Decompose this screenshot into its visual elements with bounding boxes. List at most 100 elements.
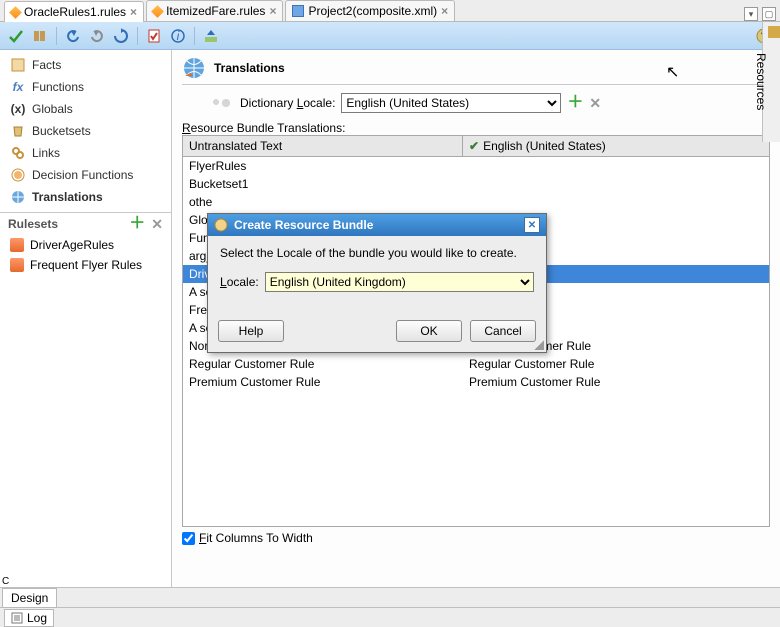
check-rules-button[interactable]: [144, 26, 164, 46]
cell-untranslated: FlyerRules: [183, 157, 463, 175]
tab-label: OracleRules1.rules: [24, 5, 126, 19]
editor-tab-oraclerules[interactable]: OracleRules1.rules ×: [4, 1, 144, 22]
dictionary-locale-label: Dictionary Locale:: [240, 96, 335, 110]
design-strip: Design: [0, 587, 780, 607]
section-title: Translations: [182, 56, 770, 80]
column-header-untranslated[interactable]: Untranslated Text: [183, 136, 463, 156]
close-icon[interactable]: ×: [130, 5, 137, 19]
column-header-locale[interactable]: ✔English (United States): [463, 136, 769, 156]
resource-bundle-label: Resource Bundle Translations:: [182, 121, 770, 135]
table-row[interactable]: FlyerRules: [183, 157, 769, 175]
editor-tab-itemizedfare[interactable]: ItemizedFare.rules ×: [146, 0, 283, 21]
refresh-button[interactable]: [111, 26, 131, 46]
nav-label: Functions: [32, 80, 84, 94]
globe-icon: [182, 56, 206, 80]
info-button[interactable]: i: [168, 26, 188, 46]
nav-facts[interactable]: Facts: [0, 54, 171, 76]
close-icon[interactable]: ×: [441, 4, 448, 18]
cell-translation: [463, 157, 769, 175]
ruleset-icon: [10, 238, 24, 252]
nav-bucketsets[interactable]: Bucketsets: [0, 120, 171, 142]
resources-handle[interactable]: Resources: [762, 22, 780, 142]
maximize-pane-button[interactable]: ▢: [762, 7, 776, 21]
ruleset-label: DriverAgeRules: [30, 238, 114, 252]
cell-translation: [463, 193, 769, 211]
cell-untranslated: Premium Customer Rule: [183, 373, 463, 391]
cell-translation: Premium Customer Rule: [463, 373, 769, 391]
create-resource-bundle-dialog: Create Resource Bundle ✕ Select the Loca…: [207, 213, 547, 353]
functions-icon: fx: [10, 79, 26, 95]
dictionary-button[interactable]: [30, 26, 50, 46]
rules-file-icon: [9, 6, 22, 19]
links-icon: [10, 145, 26, 161]
bucketsets-icon: [10, 123, 26, 139]
dialog-text: Select the Locale of the bundle you woul…: [220, 246, 534, 260]
decision-icon: [10, 167, 26, 183]
ruleset-item[interactable]: DriverAgeRules: [0, 235, 171, 255]
cell-untranslated: Regular Customer Rule: [183, 355, 463, 373]
nav-functions[interactable]: fx Functions: [0, 76, 171, 98]
design-tab[interactable]: Design: [2, 588, 57, 608]
nav-label: Facts: [32, 58, 61, 72]
nav-label: Links: [32, 146, 60, 160]
dialog-close-button[interactable]: ✕: [524, 217, 540, 233]
dialog-titlebar[interactable]: Create Resource Bundle ✕: [208, 214, 546, 236]
dialog-title-text: Create Resource Bundle: [234, 218, 373, 232]
check-icon: ✔: [469, 139, 479, 153]
resources-icon: [768, 26, 780, 38]
nav-label: Bucketsets: [32, 124, 91, 138]
undo-button[interactable]: [63, 26, 83, 46]
nav-label: Decision Functions: [32, 168, 133, 182]
translations-icon: [10, 189, 26, 205]
close-icon[interactable]: ×: [269, 4, 276, 18]
dictionary-locale-select[interactable]: English (United States): [341, 93, 561, 113]
rulesets-header: Rulesets ＋ ✕: [0, 212, 171, 235]
rulesets-title: Rulesets: [8, 217, 58, 231]
redo-button[interactable]: [87, 26, 107, 46]
bottom-strip: Log: [0, 607, 780, 627]
add-ruleset-button[interactable]: ＋: [129, 218, 145, 230]
resize-grip[interactable]: [532, 338, 544, 350]
cancel-button[interactable]: Cancel: [470, 320, 536, 342]
remove-locale-button[interactable]: ✕: [589, 97, 601, 109]
tab-strip-controls: ▾ ▢: [744, 7, 780, 21]
ruleset-label: Frequent Flyer Rules: [30, 258, 142, 272]
validate-button[interactable]: [6, 26, 26, 46]
log-icon: [11, 612, 23, 624]
dialog-locale-select[interactable]: English (United Kingdom): [265, 272, 534, 292]
ruleset-item[interactable]: Frequent Flyer Rules: [0, 255, 171, 275]
help-button[interactable]: Help: [218, 320, 284, 342]
nav-decision-functions[interactable]: Decision Functions: [0, 164, 171, 186]
globals-icon: (x): [10, 101, 26, 117]
editor-tab-project2[interactable]: Project2(composite.xml) ×: [285, 0, 455, 21]
add-locale-button[interactable]: ＋: [567, 97, 583, 109]
ruleset-icon: [10, 258, 24, 272]
fit-columns-checkbox[interactable]: [182, 532, 195, 545]
log-label: Log: [27, 611, 47, 625]
log-tab[interactable]: Log: [4, 609, 54, 627]
tab-menu-button[interactable]: ▾: [744, 7, 758, 21]
facts-icon: [10, 57, 26, 73]
flow-file-icon: [292, 5, 304, 17]
table-row[interactable]: Premium Customer RulePremium Customer Ru…: [183, 373, 769, 391]
table-row[interactable]: Regular Customer RuleRegular Customer Ru…: [183, 355, 769, 373]
cell-translation: [463, 175, 769, 193]
clipped-label: C: [2, 576, 9, 587]
rules-file-icon: [151, 5, 164, 18]
cell-untranslated: othe: [183, 193, 463, 211]
nav-label: Globals: [32, 102, 73, 116]
nav-translations[interactable]: Translations: [0, 186, 171, 208]
table-row[interactable]: othe: [183, 193, 769, 211]
fit-columns-label: Fit Columns To Width: [199, 531, 313, 545]
dialog-icon: [214, 218, 228, 232]
deploy-button[interactable]: [201, 26, 221, 46]
editor-tab-strip: OracleRules1.rules × ItemizedFare.rules …: [0, 0, 780, 22]
table-row[interactable]: Bucketset1: [183, 175, 769, 193]
delete-ruleset-button[interactable]: ✕: [151, 218, 163, 230]
left-navigation: Facts fxFunctions (x)Globals Bucketsets …: [0, 50, 172, 587]
cell-untranslated: Bucketset1: [183, 175, 463, 193]
nav-links[interactable]: Links: [0, 142, 171, 164]
dialog-locale-label: Locale:: [220, 275, 259, 289]
ok-button[interactable]: OK: [396, 320, 462, 342]
nav-globals[interactable]: (x) Globals: [0, 98, 171, 120]
